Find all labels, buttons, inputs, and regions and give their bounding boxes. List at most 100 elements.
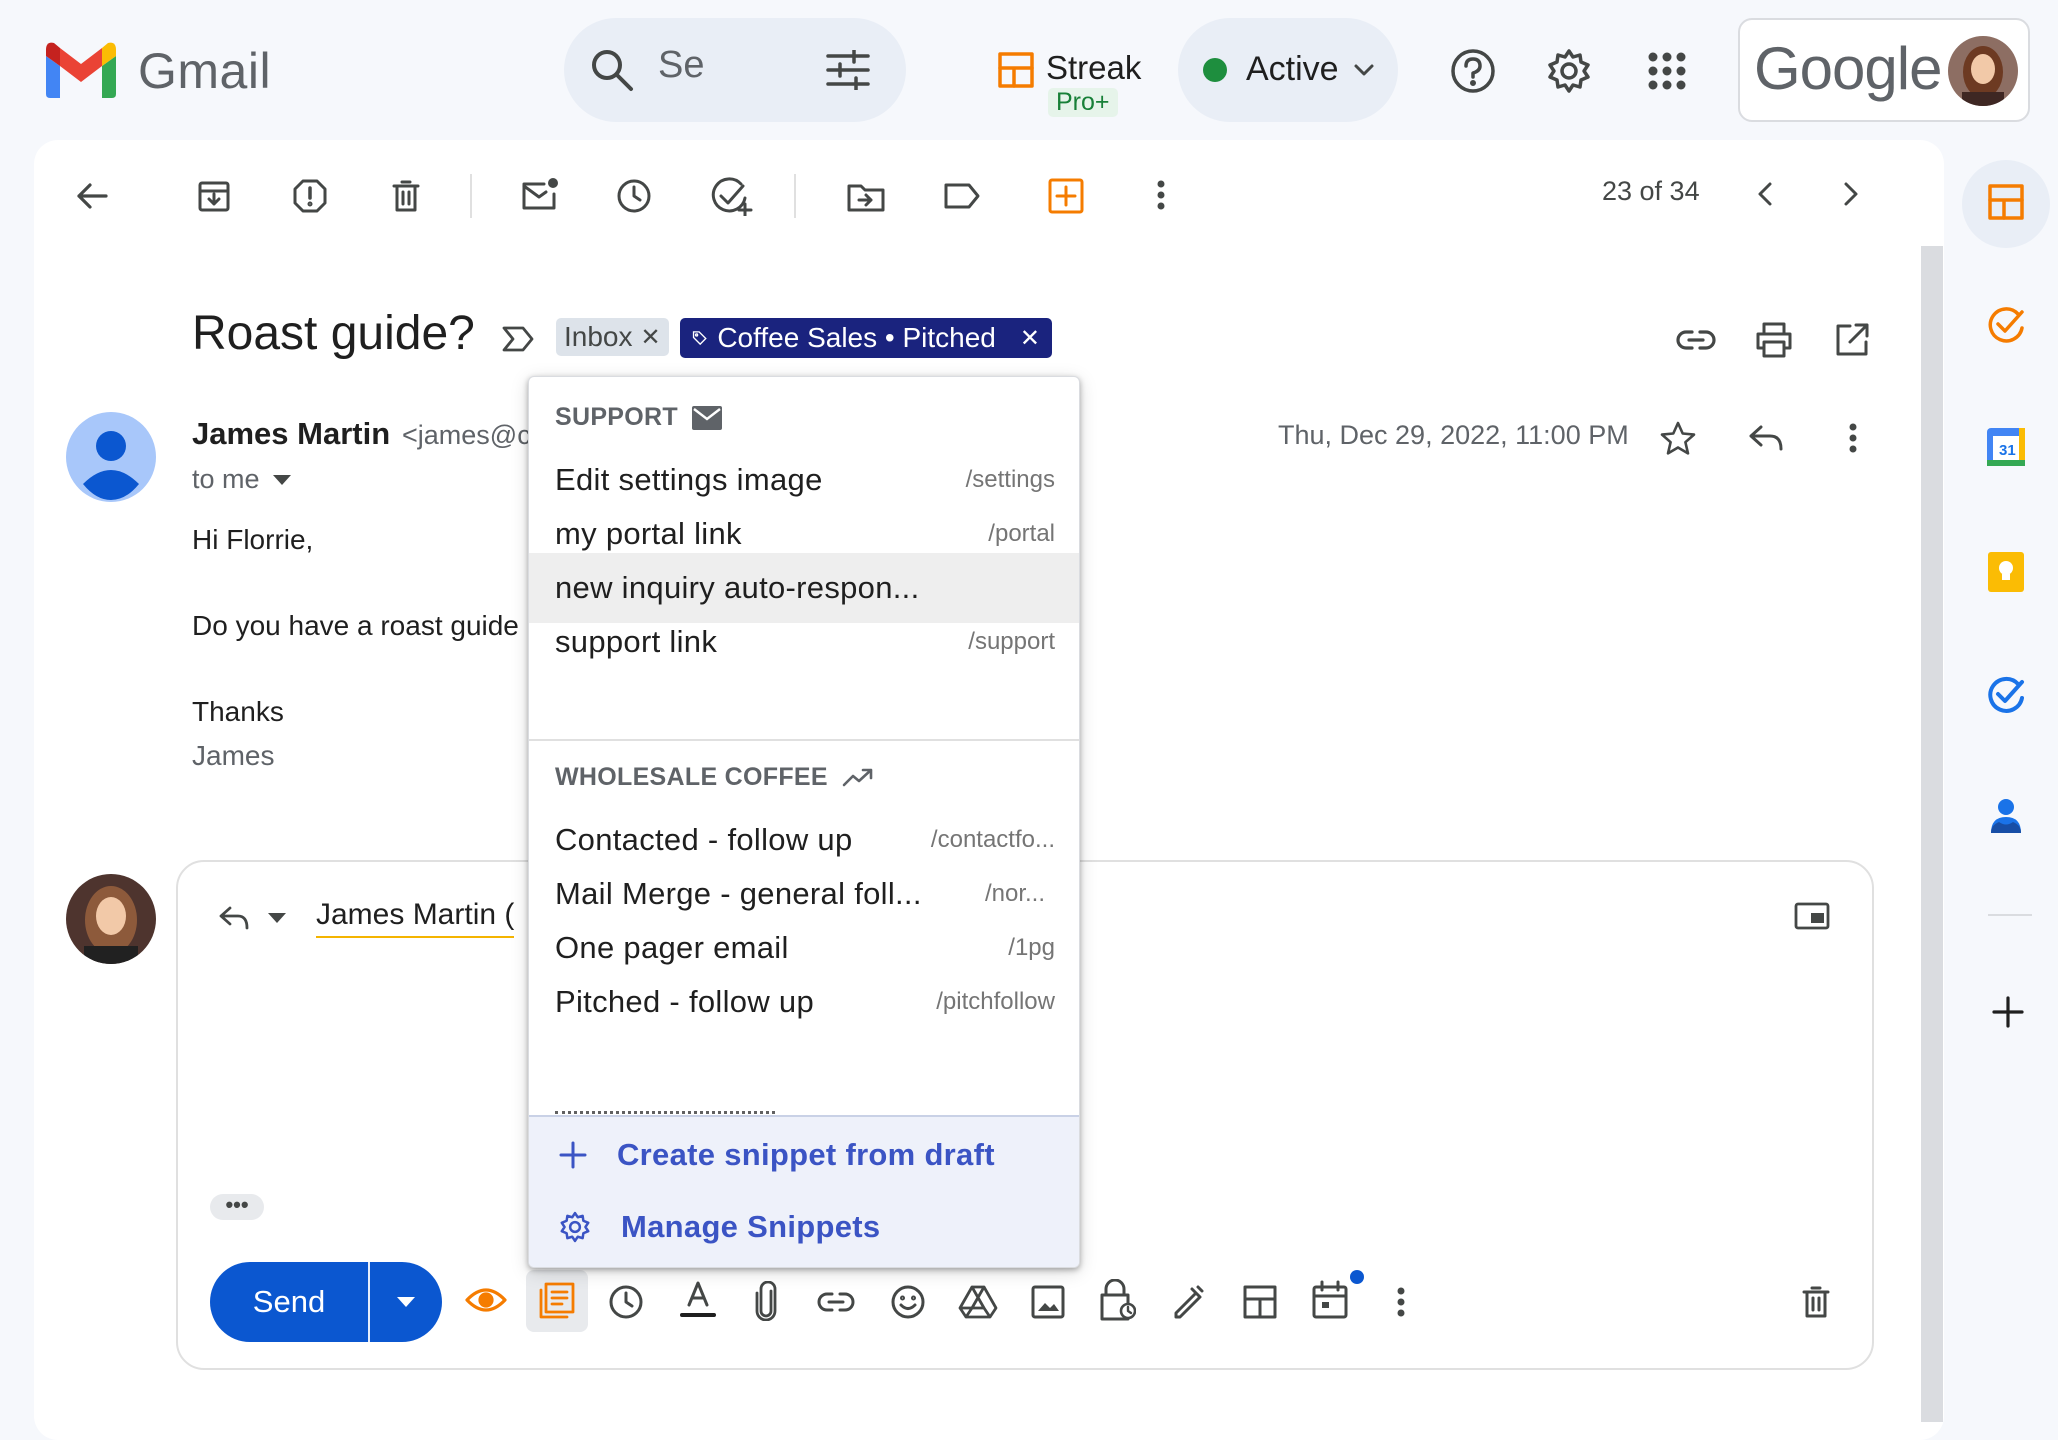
sender-email[interactable]: <james@c	[402, 420, 531, 451]
snippet-group-divider	[529, 739, 1079, 741]
delete-icon[interactable]	[384, 174, 428, 218]
older-chevron-icon[interactable]	[1834, 174, 1868, 214]
importance-marker-icon[interactable]	[498, 322, 538, 356]
sender-name[interactable]: James Martin	[192, 416, 390, 452]
search-options-icon[interactable]	[822, 44, 874, 96]
plus-icon	[559, 1141, 587, 1169]
remove-inbox-icon[interactable]: ✕	[641, 323, 661, 352]
insert-link-icon[interactable]	[814, 1282, 858, 1322]
create-snippet-label: Create snippet from draft	[617, 1137, 995, 1172]
reply-icon[interactable]	[1744, 418, 1788, 458]
create-snippet-button[interactable]: Create snippet from draft	[559, 1137, 995, 1173]
snippet-group-header-support: SUPPORT	[555, 403, 722, 432]
insert-photo-icon[interactable]	[1026, 1280, 1070, 1324]
manage-snippets-label: Manage Snippets	[621, 1209, 881, 1244]
layout-template-icon[interactable]	[1238, 1280, 1282, 1324]
mark-unread-icon[interactable]	[516, 172, 564, 216]
search-input[interactable]: Se	[658, 44, 704, 87]
calendar-schedule-icon[interactable]	[1308, 1276, 1354, 1324]
discard-draft-icon[interactable]	[1796, 1280, 1836, 1324]
body-greeting: Hi Florrie,	[192, 524, 314, 555]
snippet-shortcut: /settings	[965, 466, 1055, 493]
google-contacts-icon[interactable]	[1984, 794, 2028, 838]
sender-avatar[interactable]	[66, 412, 156, 502]
star-icon[interactable]	[1656, 416, 1700, 460]
attach-file-icon[interactable]	[746, 1278, 786, 1324]
mail-icon	[691, 405, 722, 430]
settings-gear-icon[interactable]	[1544, 46, 1594, 96]
reply-type-icon[interactable]	[214, 900, 254, 936]
streak-side-icon[interactable]	[1984, 180, 2028, 224]
send-options-dropdown-icon[interactable]	[370, 1262, 442, 1342]
label-icon[interactable]	[938, 174, 986, 218]
report-spam-icon[interactable]	[288, 174, 332, 218]
box-label-chip[interactable]: Coffee Sales • Pitched ✕	[680, 318, 1052, 358]
snippets-footer: Create snippet from draft Manage Snippet…	[529, 1115, 1079, 1267]
streak-logo-icon[interactable]	[996, 50, 1036, 90]
pop-out-icon[interactable]	[1792, 898, 1832, 934]
open-in-new-window-icon[interactable]	[1830, 318, 1874, 362]
message-more-icon[interactable]	[1838, 416, 1868, 460]
chevron-down-icon[interactable]	[1350, 56, 1378, 84]
scrollbar[interactable]	[1921, 246, 1943, 1422]
snippet-group-header-wholesale: WHOLESALE COFFEE	[555, 763, 874, 792]
snippet-item[interactable]: Pitched - follow up /pitchfollow	[529, 967, 1079, 1037]
body-signoff: Thanks	[192, 696, 284, 727]
back-arrow-icon[interactable]	[70, 174, 114, 218]
toolbar-divider	[794, 174, 796, 218]
schedule-send-icon[interactable]	[604, 1280, 648, 1324]
send-label[interactable]: Send	[210, 1262, 368, 1342]
google-drive-icon[interactable]	[956, 1280, 1000, 1324]
side-panel-divider	[1988, 914, 2032, 916]
streak-name[interactable]: Streak	[1046, 49, 1141, 87]
manage-snippets-button[interactable]: Manage Snippets	[559, 1209, 880, 1245]
google-calendar-icon[interactable]: 31	[1984, 424, 2028, 470]
account-avatar[interactable]	[1948, 36, 2018, 106]
add-to-tasks-icon[interactable]	[708, 172, 756, 220]
remove-box-label-icon[interactable]: ✕	[1020, 324, 1040, 353]
copy-link-icon[interactable]	[1674, 320, 1718, 360]
show-details-icon[interactable]	[270, 470, 294, 490]
move-to-icon[interactable]	[842, 174, 890, 218]
newer-chevron-icon[interactable]	[1748, 174, 1782, 214]
snippet-shortcut: /contactfo...	[930, 826, 1055, 853]
gmail-logo-icon[interactable]	[44, 40, 118, 98]
send-button[interactable]: Send	[210, 1262, 442, 1342]
get-addons-plus-icon[interactable]	[1988, 992, 2028, 1032]
apps-grid-icon[interactable]	[1642, 46, 1692, 96]
confidential-mode-icon[interactable]	[1096, 1276, 1140, 1324]
status-dot	[1203, 58, 1227, 82]
tracking-eye-icon[interactable]	[464, 1280, 508, 1320]
help-icon[interactable]	[1448, 46, 1498, 96]
snippet-title: Edit settings image	[555, 462, 823, 497]
formatting-options-icon[interactable]	[676, 1276, 720, 1322]
snippet-title: support link	[555, 624, 718, 659]
more-vert-icon[interactable]	[1146, 172, 1176, 218]
streak-tasks-side-icon[interactable]	[1984, 302, 2028, 346]
signature-pen-icon[interactable]	[1166, 1278, 1210, 1324]
inbox-label-text: Inbox	[564, 321, 633, 352]
snippet-group-name: WHOLESALE COFFEE	[555, 763, 828, 791]
emoji-icon[interactable]	[886, 1280, 930, 1324]
google-tasks-icon[interactable]	[1984, 672, 2028, 716]
google-keep-icon[interactable]	[1984, 548, 2028, 596]
show-trimmed-content[interactable]: •••	[210, 1194, 264, 1220]
app-name: Gmail	[138, 43, 272, 99]
calendar-notification-dot	[1350, 1270, 1364, 1284]
snippet-item-cut-off	[555, 1105, 795, 1115]
compose-more-options-icon[interactable]	[1386, 1280, 1416, 1324]
streak-box-icon[interactable]	[1042, 172, 1090, 220]
toolbar-divider	[470, 174, 472, 218]
archive-icon[interactable]	[192, 174, 236, 218]
reply-recipient[interactable]: James Martin (	[316, 898, 515, 938]
print-icon[interactable]	[1752, 318, 1796, 362]
inbox-label-chip[interactable]: Inbox ✕	[556, 318, 669, 356]
snippet-title: One pager email	[555, 930, 789, 965]
status-label[interactable]: Active	[1246, 50, 1339, 89]
search-icon[interactable]	[586, 44, 638, 96]
snippet-item[interactable]: support link /support	[529, 607, 1079, 677]
reply-type-dropdown-icon[interactable]	[264, 906, 290, 930]
snippets-icon[interactable]	[534, 1278, 580, 1324]
snooze-clock-icon[interactable]	[612, 174, 656, 218]
pagination-count: 23 of 34	[1602, 176, 1700, 206]
